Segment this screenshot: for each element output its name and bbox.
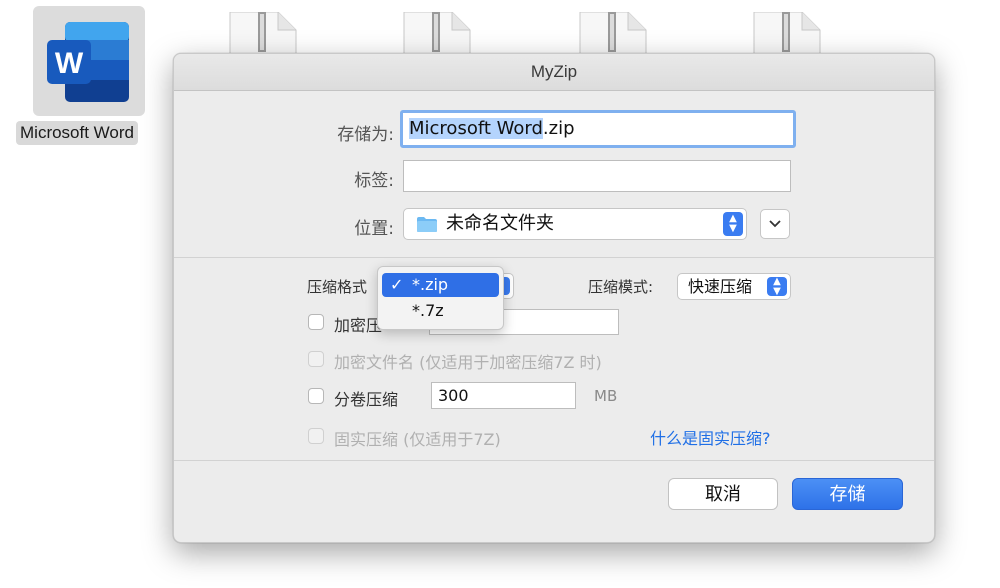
zip-file-icon[interactable] (402, 12, 472, 56)
tags-input[interactable] (403, 160, 791, 192)
mode-label: 压缩模式: (588, 278, 654, 296)
menu-item-7z[interactable]: *.7z (382, 299, 499, 323)
encrypt-label: 加密压 (334, 316, 383, 335)
split-label: 分卷压缩 (334, 390, 399, 409)
location-popup[interactable]: 未命名文件夹 ▲ ▼ (403, 208, 747, 240)
encrypt-filename-checkbox[interactable] (308, 351, 324, 367)
microsoft-word-icon: W (47, 22, 129, 102)
folder-icon (417, 217, 437, 232)
section-divider (174, 257, 934, 258)
checkmark-icon: ✓ (390, 275, 404, 294)
menu-item-zip[interactable]: ✓ *.zip (382, 273, 499, 297)
solid-help-link[interactable]: 什么是固实压缩? (650, 425, 771, 449)
encrypt-filename-label: 加密文件名 (仅适用于加密压缩7Z 时) (334, 353, 602, 372)
desktop-icon-label: Microsoft Word (16, 121, 138, 145)
mode-popup[interactable]: 快速压缩 ▲ ▼ (677, 273, 791, 300)
save-button[interactable]: 存储 (792, 478, 903, 510)
zip-file-icon[interactable] (752, 12, 822, 56)
format-label: 压缩格式 (307, 278, 368, 296)
filename-extension: .zip (542, 118, 575, 139)
solid-label: 固实压缩 (仅适用于7Z) (334, 430, 501, 449)
split-checkbox[interactable] (308, 388, 324, 404)
save-dialog: MyZip 存储为: Microsoft Word.zip 标签: 位置: 未命… (173, 53, 935, 543)
encrypt-checkbox[interactable] (308, 314, 324, 330)
save-as-input[interactable]: Microsoft Word.zip (400, 110, 796, 148)
zip-file-icon[interactable] (578, 12, 648, 56)
dialog-title: MyZip (174, 54, 934, 91)
solid-checkbox[interactable] (308, 428, 324, 444)
menu-item-7z-label: *.7z (412, 301, 444, 320)
desktop-word-icon[interactable]: W (33, 6, 145, 116)
selected-filename: Microsoft Word (409, 118, 543, 139)
zip-file-icon[interactable] (228, 12, 298, 56)
expand-button[interactable] (760, 209, 790, 239)
mode-value: 快速压缩 (688, 277, 753, 296)
split-unit: MB (594, 387, 618, 405)
location-label: 位置: (354, 219, 394, 239)
menu-item-zip-label: *.zip (412, 275, 449, 294)
split-size-input[interactable]: 300 (431, 382, 576, 409)
tags-label: 标签: (354, 171, 394, 191)
footer-divider (174, 460, 934, 461)
save-as-label: 存储为: (337, 125, 394, 145)
cancel-button[interactable]: 取消 (668, 478, 778, 510)
chevron-down-icon (769, 220, 781, 228)
location-value: 未命名文件夹 (446, 213, 554, 234)
mode-stepper-icon: ▲ ▼ (767, 276, 787, 296)
popup-stepper-icon: ▲ ▼ (723, 212, 743, 236)
word-letter: W (55, 47, 84, 80)
format-dropdown-menu: ✓ *.zip *.7z (377, 266, 504, 330)
